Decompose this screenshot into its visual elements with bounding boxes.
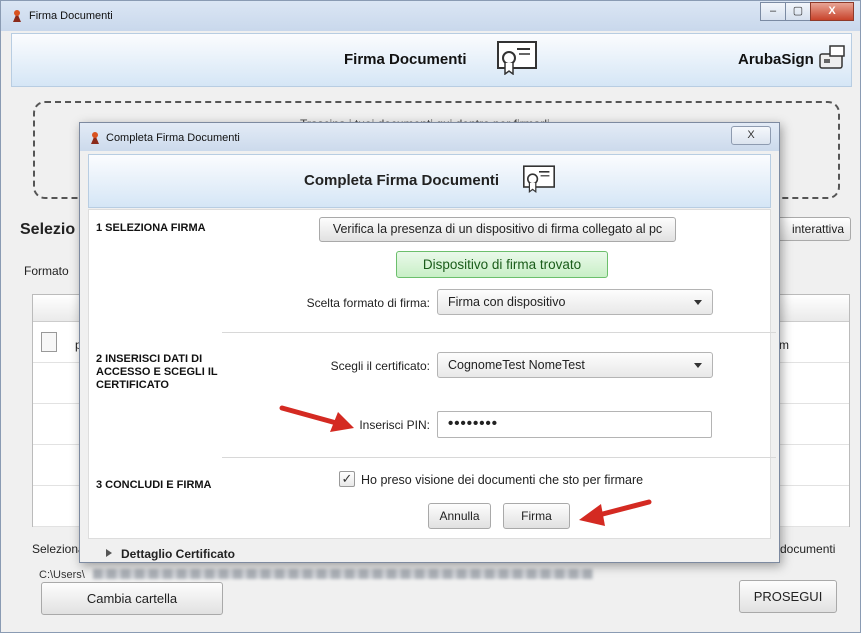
divider: [222, 332, 776, 333]
step-2-label: 2 INSERISCI DATI DI ACCESSO E SCEGLI IL …: [96, 353, 218, 391]
select-folder-label: Seleziona: [32, 542, 85, 556]
dropdown-arrow-icon: [694, 363, 702, 368]
change-folder-button[interactable]: Cambia cartella: [41, 582, 223, 615]
step-1-label: 1 SELEZIONA FIRMA: [96, 222, 206, 234]
certificate-label: Scegli il certificato:: [330, 359, 430, 373]
dropdown-arrow-icon: [694, 300, 702, 305]
smartcard-reader-icon: [819, 45, 845, 69]
verify-device-button[interactable]: Verifica la presenza di un dispositivo d…: [319, 217, 676, 242]
close-button[interactable]: X: [810, 2, 854, 21]
certificate-select[interactable]: CognomeTest NomeTest: [437, 352, 713, 378]
dialog-header-title: Completa Firma Documenti: [304, 172, 500, 189]
acknowledge-label: Ho preso visione dei documenti che sto p…: [361, 473, 644, 487]
maximize-button[interactable]: ▢: [785, 2, 811, 21]
expand-triangle-icon: [106, 549, 112, 557]
device-found-status: Dispositivo di firma trovato: [396, 251, 608, 278]
app-logo-icon: [13, 10, 21, 22]
certificate-value: CognomeTest NomeTest: [448, 358, 585, 372]
app-logo-icon: [91, 132, 99, 144]
blurred-path: [93, 569, 593, 579]
documents-label: documenti: [780, 542, 836, 556]
brand-name: ArubaSign: [738, 51, 814, 68]
annotation-arrow-pin: [279, 405, 354, 432]
sign-dialog: Completa Firma Documenti X Completa Firm…: [79, 122, 780, 563]
certificate-details-label: Dettaglio Certificato: [121, 547, 236, 561]
divider: [222, 457, 776, 458]
cancel-button[interactable]: Annulla: [428, 503, 491, 529]
section-title: Selezio: [20, 221, 76, 238]
dialog-header: Completa Firma Documenti: [88, 154, 771, 208]
main-window-title: Firma Documenti: [29, 10, 113, 22]
dialog-window-title: Completa Firma Documenti: [106, 132, 240, 144]
dialog-close-button[interactable]: X: [731, 126, 771, 145]
signature-format-select[interactable]: Firma con dispositivo: [437, 289, 713, 315]
annotation-arrow-sign: [579, 499, 652, 526]
folder-path: C:\Users\: [39, 569, 85, 581]
certificate-icon: [523, 165, 555, 193]
certificate-details-toggle[interactable]: Dettaglio Certificato: [88, 542, 771, 562]
main-titlebar: Firma Documenti – ▢ X: [1, 1, 860, 31]
sign-button[interactable]: Firma: [503, 503, 570, 529]
window-controls: – ▢ X: [760, 2, 854, 21]
proceed-button[interactable]: PROSEGUI: [739, 580, 837, 613]
header-title: Firma Documenti: [344, 51, 467, 68]
document-icon: [41, 332, 57, 352]
minimize-button[interactable]: –: [760, 2, 786, 21]
interactive-mode-button[interactable]: interattiva: [773, 217, 851, 241]
signature-format-label: Scelta formato di firma:: [306, 296, 430, 310]
format-label: Formato: [24, 264, 69, 278]
main-header: Firma Documenti ArubaSign: [11, 33, 852, 87]
signature-format-value: Firma con dispositivo: [448, 295, 566, 309]
step-3-label: 3 CONCLUDI E FIRMA: [96, 479, 212, 491]
certificate-icon: [497, 41, 537, 75]
acknowledge-checkbox[interactable]: ✓: [339, 471, 355, 487]
row-text-right: m: [779, 338, 789, 352]
pin-input[interactable]: ••••••••: [437, 411, 712, 438]
dialog-titlebar: Completa Firma Documenti X: [80, 123, 779, 151]
